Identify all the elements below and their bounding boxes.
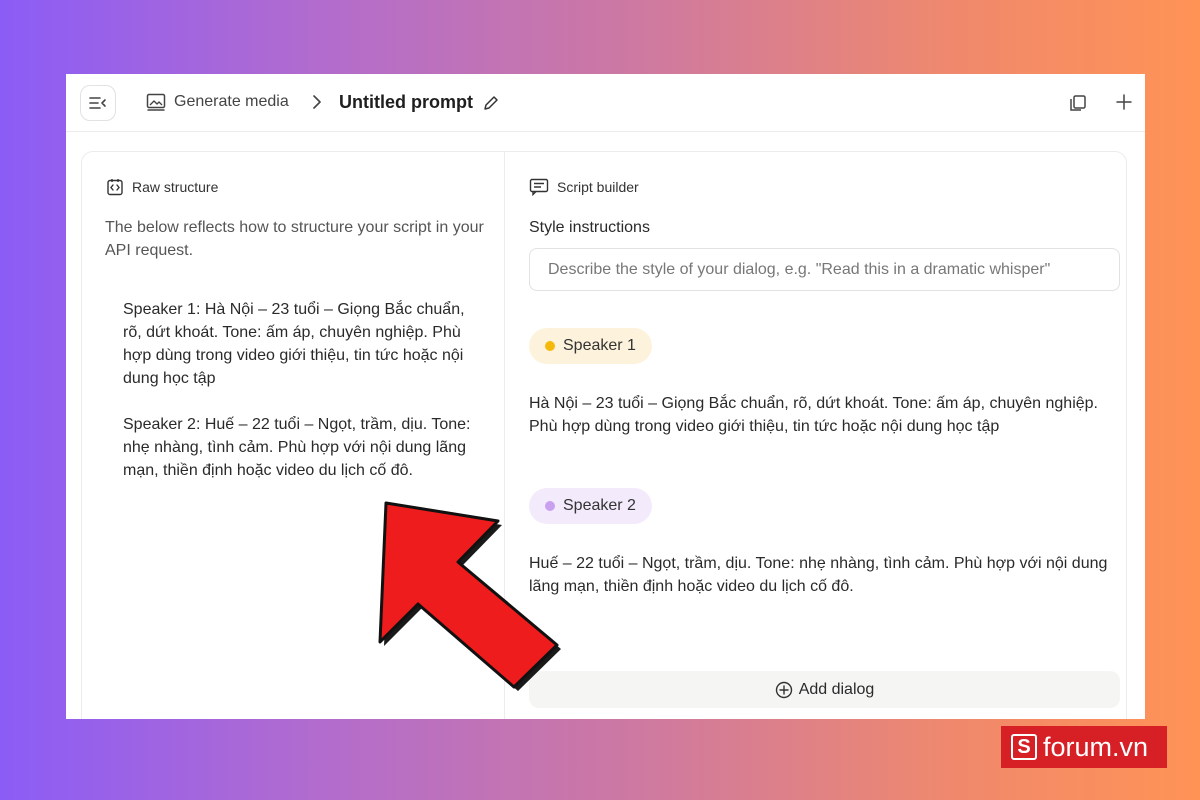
style-instructions-label: Style instructions — [529, 219, 650, 236]
speaker-2-dot — [545, 501, 555, 511]
top-bar: Generate media Untitled prompt — [66, 74, 1145, 132]
sidebar-toggle-button[interactable] — [80, 85, 116, 121]
breadcrumb-generate-media[interactable]: Generate media — [146, 93, 289, 111]
logo-text: forum.vn — [1043, 731, 1149, 762]
add-dialog-label: Add dialog — [798, 680, 875, 698]
app-window: Generate media Untitled prompt Raw struc… — [66, 74, 1145, 719]
main-content: Raw structure The below reflects how to … — [81, 151, 1127, 719]
raw-speaker-block: Speaker 2: Huế – 22 tuổi – Ngọt, trầm, d… — [123, 416, 471, 479]
raw-structure-title: Raw structure — [132, 179, 219, 195]
script-list-icon — [529, 178, 549, 196]
raw-structure-header: Raw structure — [106, 178, 218, 196]
image-icon — [146, 93, 166, 111]
raw-structure-panel: Raw structure The below reflects how to … — [82, 152, 505, 719]
plus-icon[interactable] — [1116, 94, 1132, 110]
page-title: Untitled prompt — [339, 92, 473, 112]
raw-structure-description: The below reflects how to structure your… — [105, 219, 484, 259]
plus-circle-icon — [775, 681, 793, 699]
script-builder-header: Script builder — [529, 178, 639, 196]
raw-speaker-block: Speaker 1: Hà Nội – 23 tuổi – Giọng Bắc … — [123, 301, 465, 387]
script-builder-title: Script builder — [557, 179, 639, 195]
speaker-1-label: Speaker 1 — [563, 337, 636, 354]
speaker-2-label: Speaker 2 — [563, 497, 636, 514]
chevron-right-icon — [312, 95, 322, 109]
pencil-icon[interactable] — [482, 94, 500, 112]
speaker-1-dot — [545, 341, 555, 351]
forum-vn-logo: S forum.vn — [1001, 726, 1167, 768]
copy-icon[interactable] — [1069, 94, 1087, 112]
breadcrumb-media-label: Generate media — [174, 93, 289, 110]
speaker-1-text[interactable]: Hà Nội – 23 tuổi – Giọng Bắc chuẩn, rõ, … — [529, 392, 1109, 438]
script-builder-panel: Script builder Style instructions Speake… — [505, 152, 1128, 719]
speaker-2-chip[interactable]: Speaker 2 — [529, 488, 652, 524]
logo-badge: S — [1011, 734, 1037, 760]
style-instructions-input[interactable] — [529, 248, 1120, 291]
code-bracket-icon — [106, 178, 124, 196]
speaker-1-chip[interactable]: Speaker 1 — [529, 328, 652, 364]
speaker-2-text[interactable]: Huế – 22 tuổi – Ngọt, trầm, dịu. Tone: n… — [529, 552, 1109, 598]
add-dialog-button[interactable]: Add dialog — [529, 671, 1120, 708]
sidebar-collapse-icon — [89, 97, 106, 109]
